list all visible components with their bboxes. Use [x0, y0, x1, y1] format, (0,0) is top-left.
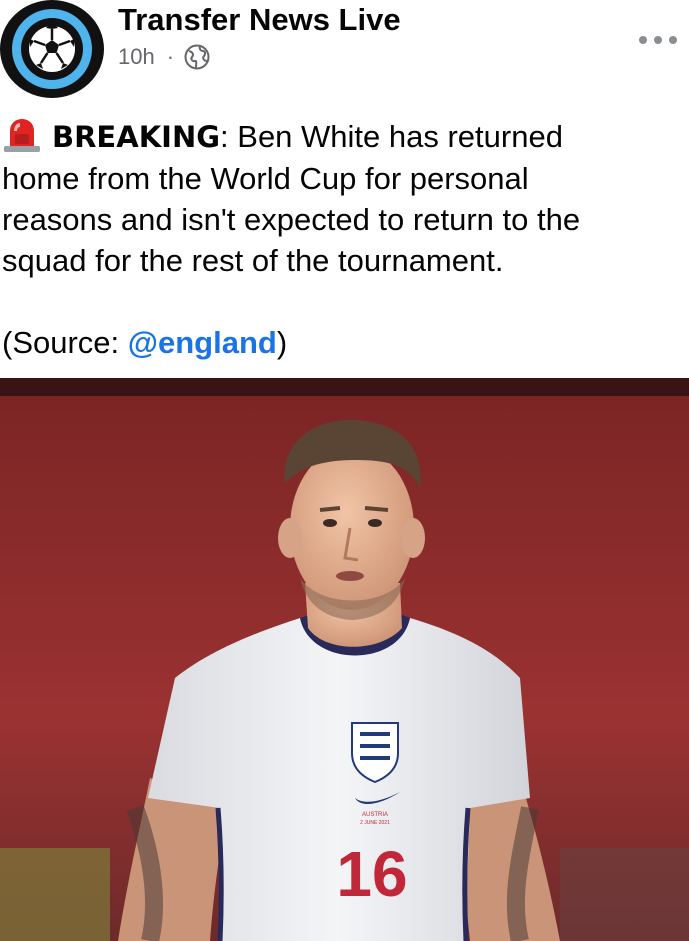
- avatar-ring: [12, 9, 92, 89]
- shirt-number: 16: [336, 838, 407, 910]
- post-timestamp[interactable]: 10h: [118, 44, 155, 70]
- avatar-inner: [21, 18, 83, 80]
- post-body-line-4: squad for the rest of the tournament.: [2, 243, 504, 278]
- breaking-label: BREAKING: [52, 120, 221, 154]
- shirt-text-line-1: AUSTRIA: [362, 812, 388, 818]
- source-suffix: ): [276, 325, 288, 360]
- post-meta: 10h ·: [118, 42, 210, 72]
- post-text: BREAKING: Ben White has returned home fr…: [2, 116, 686, 363]
- page-avatar[interactable]: [0, 0, 104, 98]
- player-photo-illustration: AUSTRIA 2 JUNE 2021 16: [0, 378, 689, 941]
- post-header: Transfer News Live 10h ·: [0, 0, 689, 104]
- more-options-icon: [639, 36, 677, 44]
- post-body-line-2: home from the World Cup for personal: [2, 161, 529, 196]
- meta-separator: ·: [166, 44, 175, 69]
- post-line: BREAKING: Ben White has returned: [2, 116, 686, 158]
- shirt-text-line-2: 2 JUNE 2021: [360, 820, 390, 826]
- post-source-line: (Source: @england): [2, 322, 686, 363]
- globe-icon: [184, 44, 210, 70]
- more-options-button[interactable]: [634, 26, 682, 54]
- england-mention-link[interactable]: @england: [128, 325, 277, 360]
- post-body-line-3: reasons and isn't expected to return to …: [2, 202, 581, 237]
- breaking-colon: :: [220, 119, 229, 154]
- source-prefix: (Source:: [2, 325, 128, 360]
- post-photo[interactable]: AUSTRIA 2 JUNE 2021 16: [0, 378, 689, 941]
- page-name[interactable]: Transfer News Live: [118, 2, 401, 38]
- soccer-ball-icon: [29, 26, 75, 72]
- siren-icon: [4, 119, 40, 152]
- post-body-line-1: Ben White has returned: [228, 119, 563, 154]
